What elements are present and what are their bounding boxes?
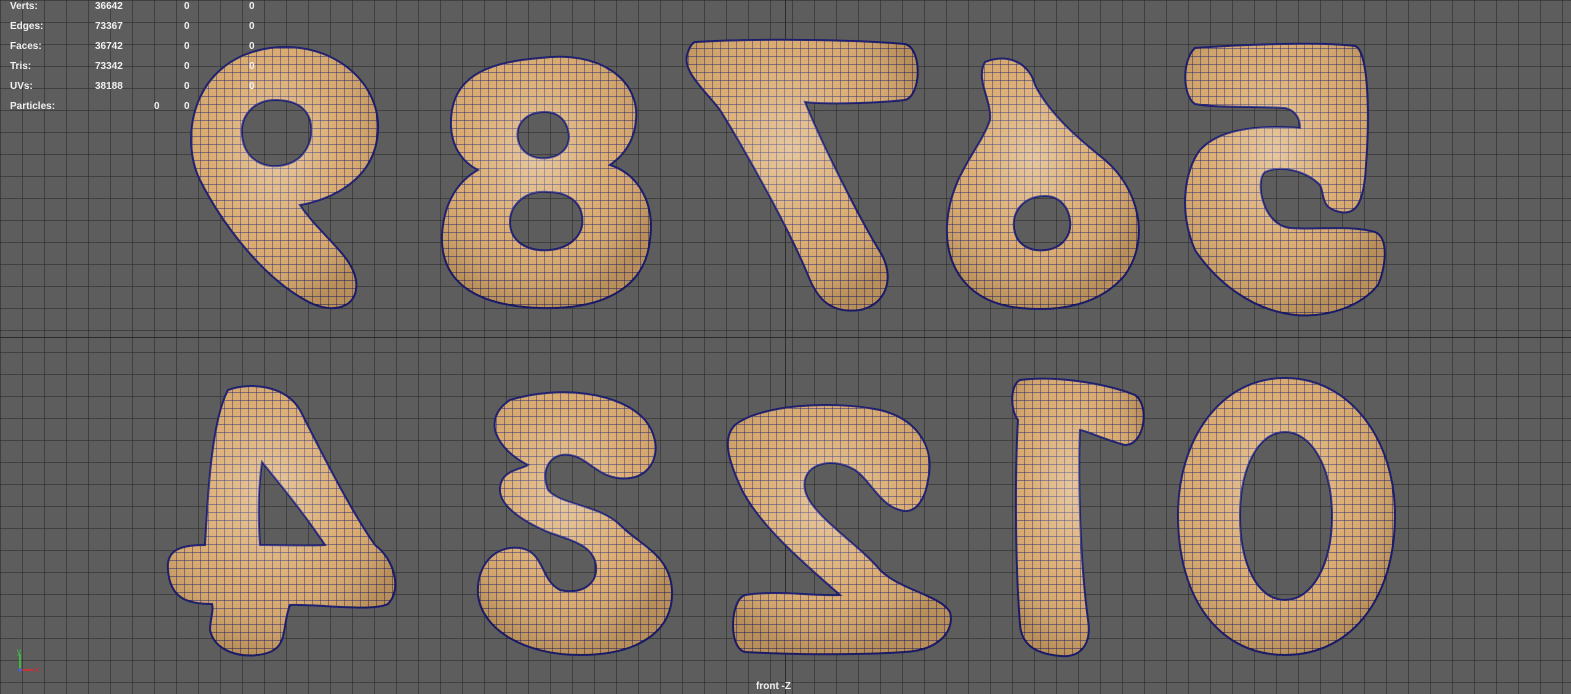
hud-value: 36742 [95,41,123,52]
hud-value: 0 [184,41,190,52]
mesh-digit-2[interactable] [726,404,952,656]
hud-label: Verts: [10,1,38,12]
3d-viewport[interactable]: Verts: 36642 0 0 Edges: 73367 0 0 Faces:… [0,0,1571,694]
hud-value: 0 [249,41,255,52]
mesh-digit-0[interactable] [1176,376,1397,657]
mesh-digit-5[interactable] [1184,42,1386,317]
x-axis-label: x [35,665,39,674]
hud-value: 0 [154,101,160,112]
mesh-digit-6[interactable] [945,57,1140,311]
hud-value: 73342 [95,61,123,72]
hud-value: 73367 [95,21,123,32]
hud-value: 0 [184,21,190,32]
hud-value: 0 [184,81,190,92]
hud-value: 0 [249,21,255,32]
mesh-digit-1[interactable] [1011,377,1145,658]
mesh-digit-7[interactable] [685,38,919,312]
hud-value: 0 [249,1,255,12]
hud-value: 0 [184,1,190,12]
hud-value: 0 [249,61,255,72]
hud-label: UVs: [10,81,33,92]
mesh-digit-8[interactable] [440,55,652,310]
hud-value: 36642 [95,1,123,12]
hud-value: 38188 [95,81,123,92]
hud-label: Tris: [10,61,32,72]
hud-label: Edges: [10,21,44,32]
hud-label: Particles: [10,101,56,112]
axis-gizmo: y x [17,648,39,674]
hud-label: Faces: [10,41,42,52]
mesh-digit-3[interactable] [476,391,674,657]
hud-value: 0 [184,61,190,72]
mesh-digit-9[interactable] [190,46,380,310]
mesh-objects[interactable] [0,0,1571,694]
hud-value: 0 [184,101,190,112]
y-axis-label: y [17,648,21,656]
z-axis-dot [18,668,22,672]
mesh-digit-4[interactable] [166,385,397,657]
camera-view-label: front -Z [756,681,791,692]
hud-value: 0 [249,81,255,92]
